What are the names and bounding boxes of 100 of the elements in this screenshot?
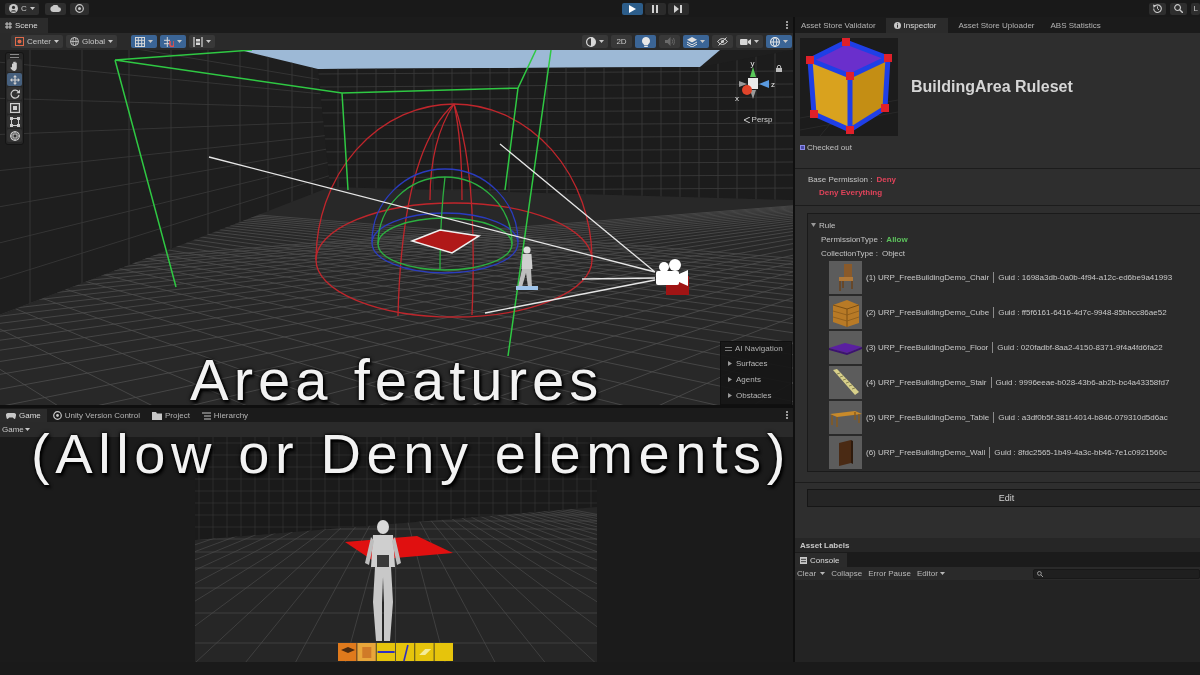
panel-tab[interactable]: Asset Store Validator: [795, 18, 882, 33]
field-label: CollectionType :: [821, 248, 878, 258]
scale-tool-button[interactable]: [7, 101, 22, 114]
crate-thumbnail: [829, 296, 862, 329]
axis-label: z: [771, 80, 775, 89]
caret-icon: [108, 40, 114, 43]
history-icon: [1152, 4, 1162, 13]
pause-button[interactable]: [644, 2, 666, 15]
clear-button[interactable]: Clear: [797, 568, 817, 579]
console-tab[interactable]: Console: [795, 553, 848, 567]
rotate-tool-button[interactable]: [7, 87, 22, 100]
account-dropdown[interactable]: C: [5, 2, 39, 15]
cloud-icon: [49, 5, 61, 12]
panel-tab[interactable]: Game: [0, 409, 47, 422]
console-toggle[interactable]: Collapse: [831, 568, 863, 579]
post-icon: [403, 644, 409, 662]
step-button[interactable]: [667, 2, 689, 15]
effects-button[interactable]: [683, 35, 709, 48]
field-label: Base Permission :: [808, 175, 873, 184]
panel-icon: [419, 649, 432, 655]
visibility-button[interactable]: [712, 35, 733, 48]
search-button[interactable]: [1169, 2, 1187, 15]
lighting-button[interactable]: [635, 35, 656, 48]
field-value: Object: [881, 248, 906, 258]
caret-icon: [24, 428, 30, 431]
speaker-icon: [664, 37, 675, 46]
game-view-dropdown[interactable]: Game: [2, 424, 30, 435]
layout-dropdown[interactable]: L: [1190, 2, 1200, 15]
grid-snap-button[interactable]: [160, 35, 187, 48]
asset-name: (4) URP_FreeBuildingDemo_Stair: [866, 378, 987, 387]
rule-foldout[interactable]: Rule: [808, 218, 836, 232]
asset-name: (5) URP_FreeBuildingDemo_Table: [866, 413, 990, 422]
asset-guid: Guid : a3df0b5f-381f-4014-b846-079310d5d6ac: [993, 412, 1168, 423]
field-label: PermissionType :: [821, 234, 883, 244]
panel-tab[interactable]: Project: [145, 409, 196, 422]
expand-triangle-icon: [811, 223, 816, 227]
services-button[interactable]: [69, 2, 89, 15]
caret-icon: [206, 40, 212, 43]
field-value: Allow: [886, 234, 908, 244]
console-search-field[interactable]: [1033, 568, 1200, 579]
play-button[interactable]: [621, 2, 643, 15]
overlay-section[interactable]: Obstacles: [725, 390, 787, 401]
step-icon: [674, 4, 683, 13]
asset-name: (6) URP_FreeBuildingDemo_Wall: [866, 448, 986, 457]
hand-icon: [9, 60, 20, 71]
asset-labels-header[interactable]: Asset Labels: [795, 538, 1200, 552]
drag-handle-icon: [10, 54, 19, 58]
transform-tool-button[interactable]: [7, 129, 22, 142]
caret-icon: [783, 40, 788, 43]
panel-thumbnail: [829, 436, 862, 469]
camera-button[interactable]: [736, 35, 763, 48]
caret-icon: [177, 40, 183, 43]
gizmos-button[interactable]: [766, 35, 792, 48]
panel-tab[interactable]: Unity Version Control: [46, 409, 146, 422]
list-icon: [201, 411, 211, 420]
asset-guid: Guid : 020fadbf-8aa2-4150-8371-9f4a4fd6fa22: [992, 342, 1163, 353]
history-button[interactable]: [1148, 2, 1166, 15]
rect-tool-button[interactable]: [7, 115, 22, 128]
table-thumbnail: [829, 401, 862, 434]
caret-icon: [754, 40, 759, 43]
panel-tab[interactable]: Asset Store Uploader: [952, 18, 1041, 33]
asset-guid: Guid : ff5f6161-6416-4d7c-9948-85bbcc86ae52: [993, 307, 1167, 318]
hand-tool-button[interactable]: [7, 59, 22, 72]
asset-guid: Guid : 1698a3db-0a0b-4f94-a12c-ed6be9a41993: [993, 272, 1173, 283]
account-icon: [9, 4, 18, 13]
drag-handle-icon: [725, 346, 732, 351]
scale-icon: [9, 102, 20, 113]
console-toggle[interactable]: Error Pause: [868, 568, 911, 579]
asset-name: (1) URP_FreeBuildingDemo_Chair: [866, 273, 990, 282]
chair-thumbnail: [829, 261, 862, 294]
overlay-section[interactable]: Agents: [725, 374, 787, 385]
panel-tab[interactable]: Inspector: [885, 18, 949, 33]
panel-tab[interactable]: Hierarchy: [195, 409, 255, 422]
scene-tab[interactable]: Scene: [0, 18, 48, 33]
move-tool-button[interactable]: [7, 73, 22, 86]
asset-guid: Guid : 8fdc2565-1b49-4a3c-bb46-7e1c0921560c: [989, 447, 1167, 458]
grid-button[interactable]: [131, 35, 158, 48]
shading-button[interactable]: [582, 35, 608, 48]
overlay-section[interactable]: Surfaces: [725, 358, 787, 369]
caret-icon: [939, 572, 945, 575]
edit-button[interactable]: Edit: [807, 489, 1200, 507]
caption-line: Area features: [190, 353, 604, 407]
cloud-button[interactable]: [44, 2, 66, 15]
pivot-dropdown[interactable]: Center: [11, 35, 63, 48]
axis-label: x: [735, 94, 739, 103]
asset-title: BuildingArea Ruleset: [911, 78, 1073, 96]
lock-icon: [776, 65, 782, 72]
gamepad-icon: [6, 412, 16, 419]
projection-label[interactable]: Persp: [751, 115, 773, 124]
caret-icon: [599, 40, 604, 43]
info-icon: [893, 22, 901, 29]
hidden-eye-icon: [717, 37, 728, 46]
space-dropdown[interactable]: Global: [66, 35, 118, 48]
orientation-gizmo[interactable]: y z x: [734, 59, 778, 103]
align-button[interactable]: [189, 35, 216, 48]
panel-tab[interactable]: ABS Statistics: [1044, 18, 1107, 33]
pause-icon: [652, 4, 659, 13]
editor-dropdown[interactable]: Editor: [916, 568, 945, 579]
caret-icon: [820, 572, 826, 575]
2d-mode-button[interactable]: 2D: [611, 35, 632, 48]
